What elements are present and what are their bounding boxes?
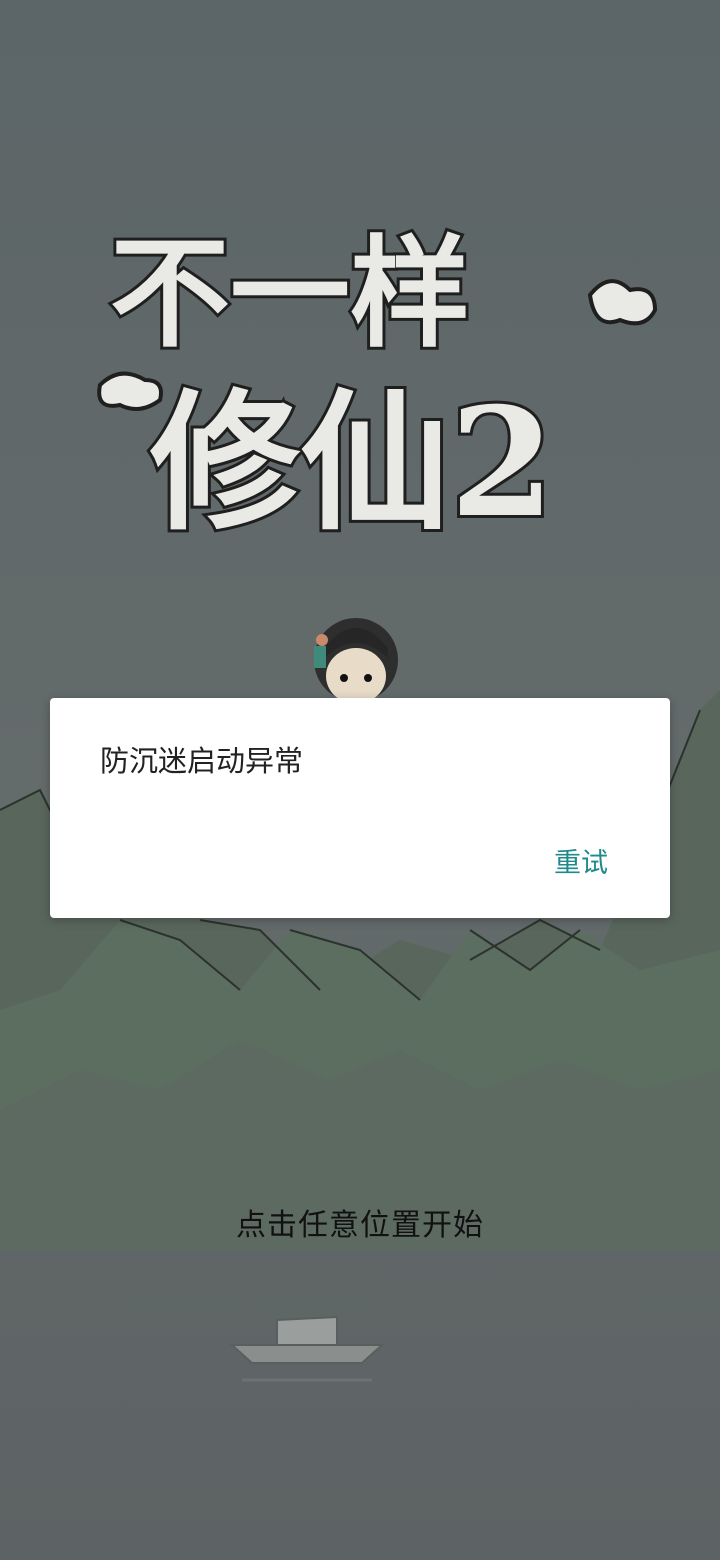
retry-button[interactable]: 重试 (554, 841, 608, 880)
tap-to-start-label[interactable]: 点击任意位置开始 (0, 1200, 720, 1244)
error-dialog: 防沉迷启动异常 重试 (50, 698, 670, 918)
boat-icon (229, 1315, 385, 1382)
dialog-message: 防沉迷启动异常 (100, 744, 304, 778)
cloud-icon (587, 279, 658, 326)
character-portrait-icon (314, 618, 398, 704)
game-title-line2: 修仙2 (150, 375, 554, 545)
game-title-line1: 不一样 (110, 223, 470, 364)
game-start-screen[interactable]: 不一样 修仙2 点击任意位置开始 防沉迷启动异常 重试 (0, 0, 720, 1560)
game-title-logo: 不一样 修仙2 (97, 220, 658, 545)
cloud-icon (97, 371, 163, 411)
